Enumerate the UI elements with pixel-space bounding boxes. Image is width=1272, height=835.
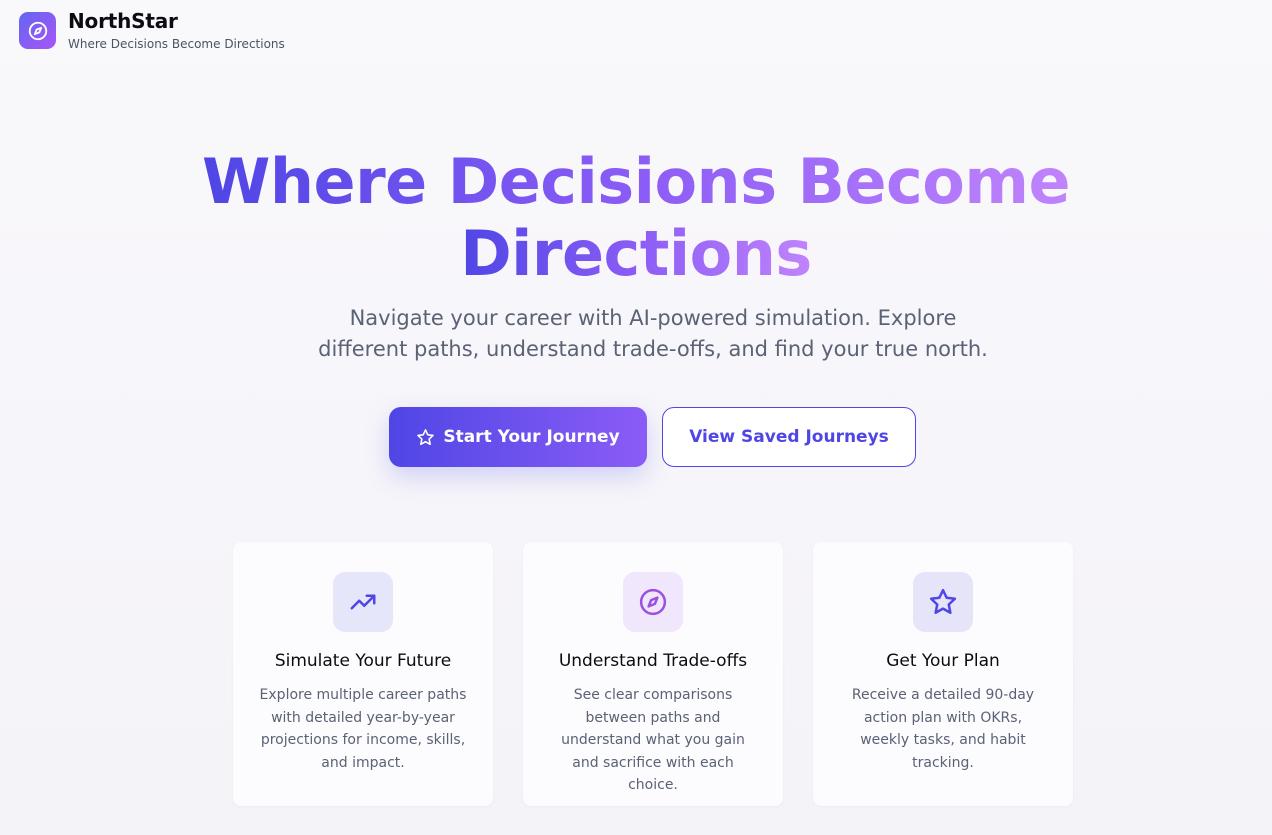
brand-block: NorthStar Where Decisions Become Directi…: [68, 8, 285, 53]
feature-card-simulate: Simulate Your Future Explore multiple ca…: [233, 542, 493, 806]
start-journey-button[interactable]: Start Your Journey: [389, 407, 647, 467]
feature-description: See clear comparisons between paths and …: [561, 687, 745, 793]
feature-title: Get Your Plan: [886, 651, 1000, 671]
start-journey-label: Start Your Journey: [443, 427, 620, 447]
view-saved-journeys-button[interactable]: View Saved Journeys: [662, 407, 916, 467]
hero-subtitle: Navigate your career with AI-powered sim…: [318, 306, 988, 361]
hero-title-line1: Where Decisions Become: [202, 145, 1071, 218]
app-logo[interactable]: [19, 12, 56, 49]
feature-card-plan: Get Your Plan Receive a detailed 90-day …: [813, 542, 1073, 806]
view-saved-journeys-label: View Saved Journeys: [689, 427, 889, 447]
feature-icon-box: [333, 572, 393, 632]
app-header: NorthStar Where Decisions Become Directi…: [19, 8, 285, 53]
trending-up-icon: [350, 594, 376, 610]
feature-icon-box: [623, 572, 683, 632]
hero-title-line2: Directions: [460, 217, 812, 290]
compass-icon: [639, 588, 667, 616]
hero-title: Where Decisions Become Directions: [0, 146, 1272, 290]
feature-description: Receive a detailed 90-day action plan wi…: [851, 687, 1035, 771]
feature-card-tradeoffs: Understand Trade-offs See clear comparis…: [523, 542, 783, 806]
star-icon: [417, 428, 435, 445]
feature-icon-box: [913, 572, 973, 632]
feature-description: Explore multiple career paths with detai…: [259, 687, 467, 771]
compass-icon: [28, 21, 47, 40]
app-name: NorthStar: [68, 9, 178, 33]
feature-title: Understand Trade-offs: [558, 651, 748, 671]
app-tagline: Where Decisions Become Directions: [68, 37, 285, 51]
feature-title: Simulate Your Future: [274, 651, 452, 671]
star-icon: [929, 588, 957, 615]
